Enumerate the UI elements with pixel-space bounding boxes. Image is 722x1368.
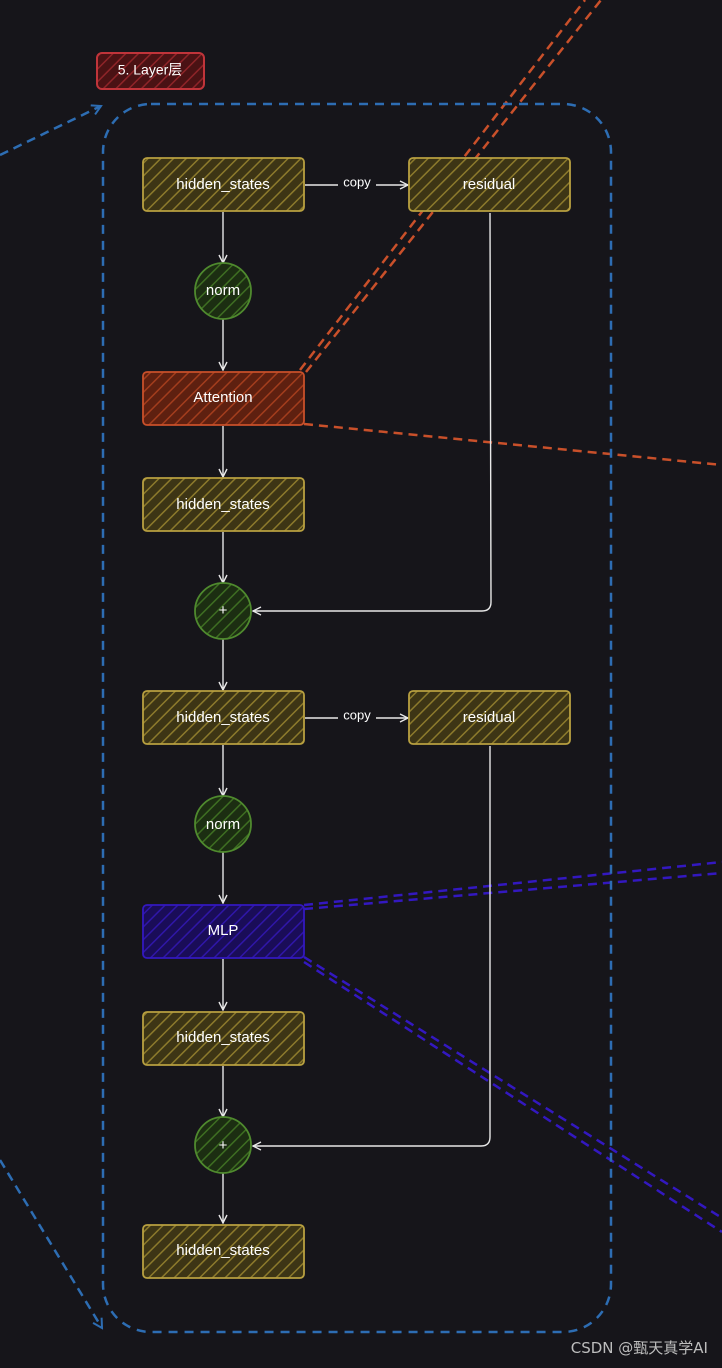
mlp-connector-right-b	[303, 871, 722, 911]
edge-copy-1-label: copy	[343, 174, 371, 189]
node-hidden-states-5-label: hidden_states	[176, 1242, 269, 1259]
node-hidden-states-3: hidden_states	[142, 690, 305, 745]
mlp-connector-down-a	[303, 955, 722, 1220]
node-norm-2-label: norm	[206, 816, 240, 833]
node-hidden-states-2-label: hidden_states	[176, 496, 269, 513]
node-hidden-states-1-label: hidden_states	[176, 176, 269, 193]
node-add-2-label: +	[219, 1137, 228, 1154]
node-hidden-states-3-label: hidden_states	[176, 709, 269, 726]
external-connectors	[0, 0, 722, 1328]
watermark: CSDN @甄天真学AI	[570, 1339, 708, 1357]
incoming-connector-bottom	[0, 1159, 102, 1328]
node-hidden-states-4-label: hidden_states	[176, 1029, 269, 1046]
layer-title: 5. Layer层	[118, 62, 183, 78]
mlp-connector-right-a	[303, 860, 722, 907]
node-add-1: +	[194, 582, 252, 640]
edge-copy-2-label: copy	[343, 707, 371, 722]
node-hidden-states-4: hidden_states	[142, 1011, 305, 1066]
node-add-1-label: +	[219, 602, 228, 619]
layer-title-badge: 5. Layer层	[96, 52, 205, 90]
node-norm-1: norm	[194, 262, 252, 320]
node-residual-2-label: residual	[463, 709, 516, 726]
node-hidden-states-2: hidden_states	[142, 477, 305, 532]
mlp-connector-down-b	[303, 960, 722, 1234]
node-add-2: +	[194, 1116, 252, 1174]
node-attention: Attention	[142, 371, 305, 426]
node-norm-2: norm	[194, 795, 252, 853]
node-mlp: MLP	[142, 904, 305, 959]
node-residual-1-label: residual	[463, 176, 516, 193]
attention-connector-right	[303, 422, 722, 467]
node-norm-1-label: norm	[206, 282, 240, 299]
node-residual-2: residual	[408, 690, 571, 745]
node-hidden-states-1: hidden_states	[142, 157, 305, 212]
node-residual-1: residual	[408, 157, 571, 212]
node-mlp-label: MLP	[208, 922, 239, 939]
node-hidden-states-5: hidden_states	[142, 1224, 305, 1279]
layer-diagram: 5. Layer层 copy copy hidden_states residu…	[0, 0, 722, 1334]
incoming-connector-top	[0, 106, 101, 157]
node-attention-label: Attention	[193, 389, 252, 406]
